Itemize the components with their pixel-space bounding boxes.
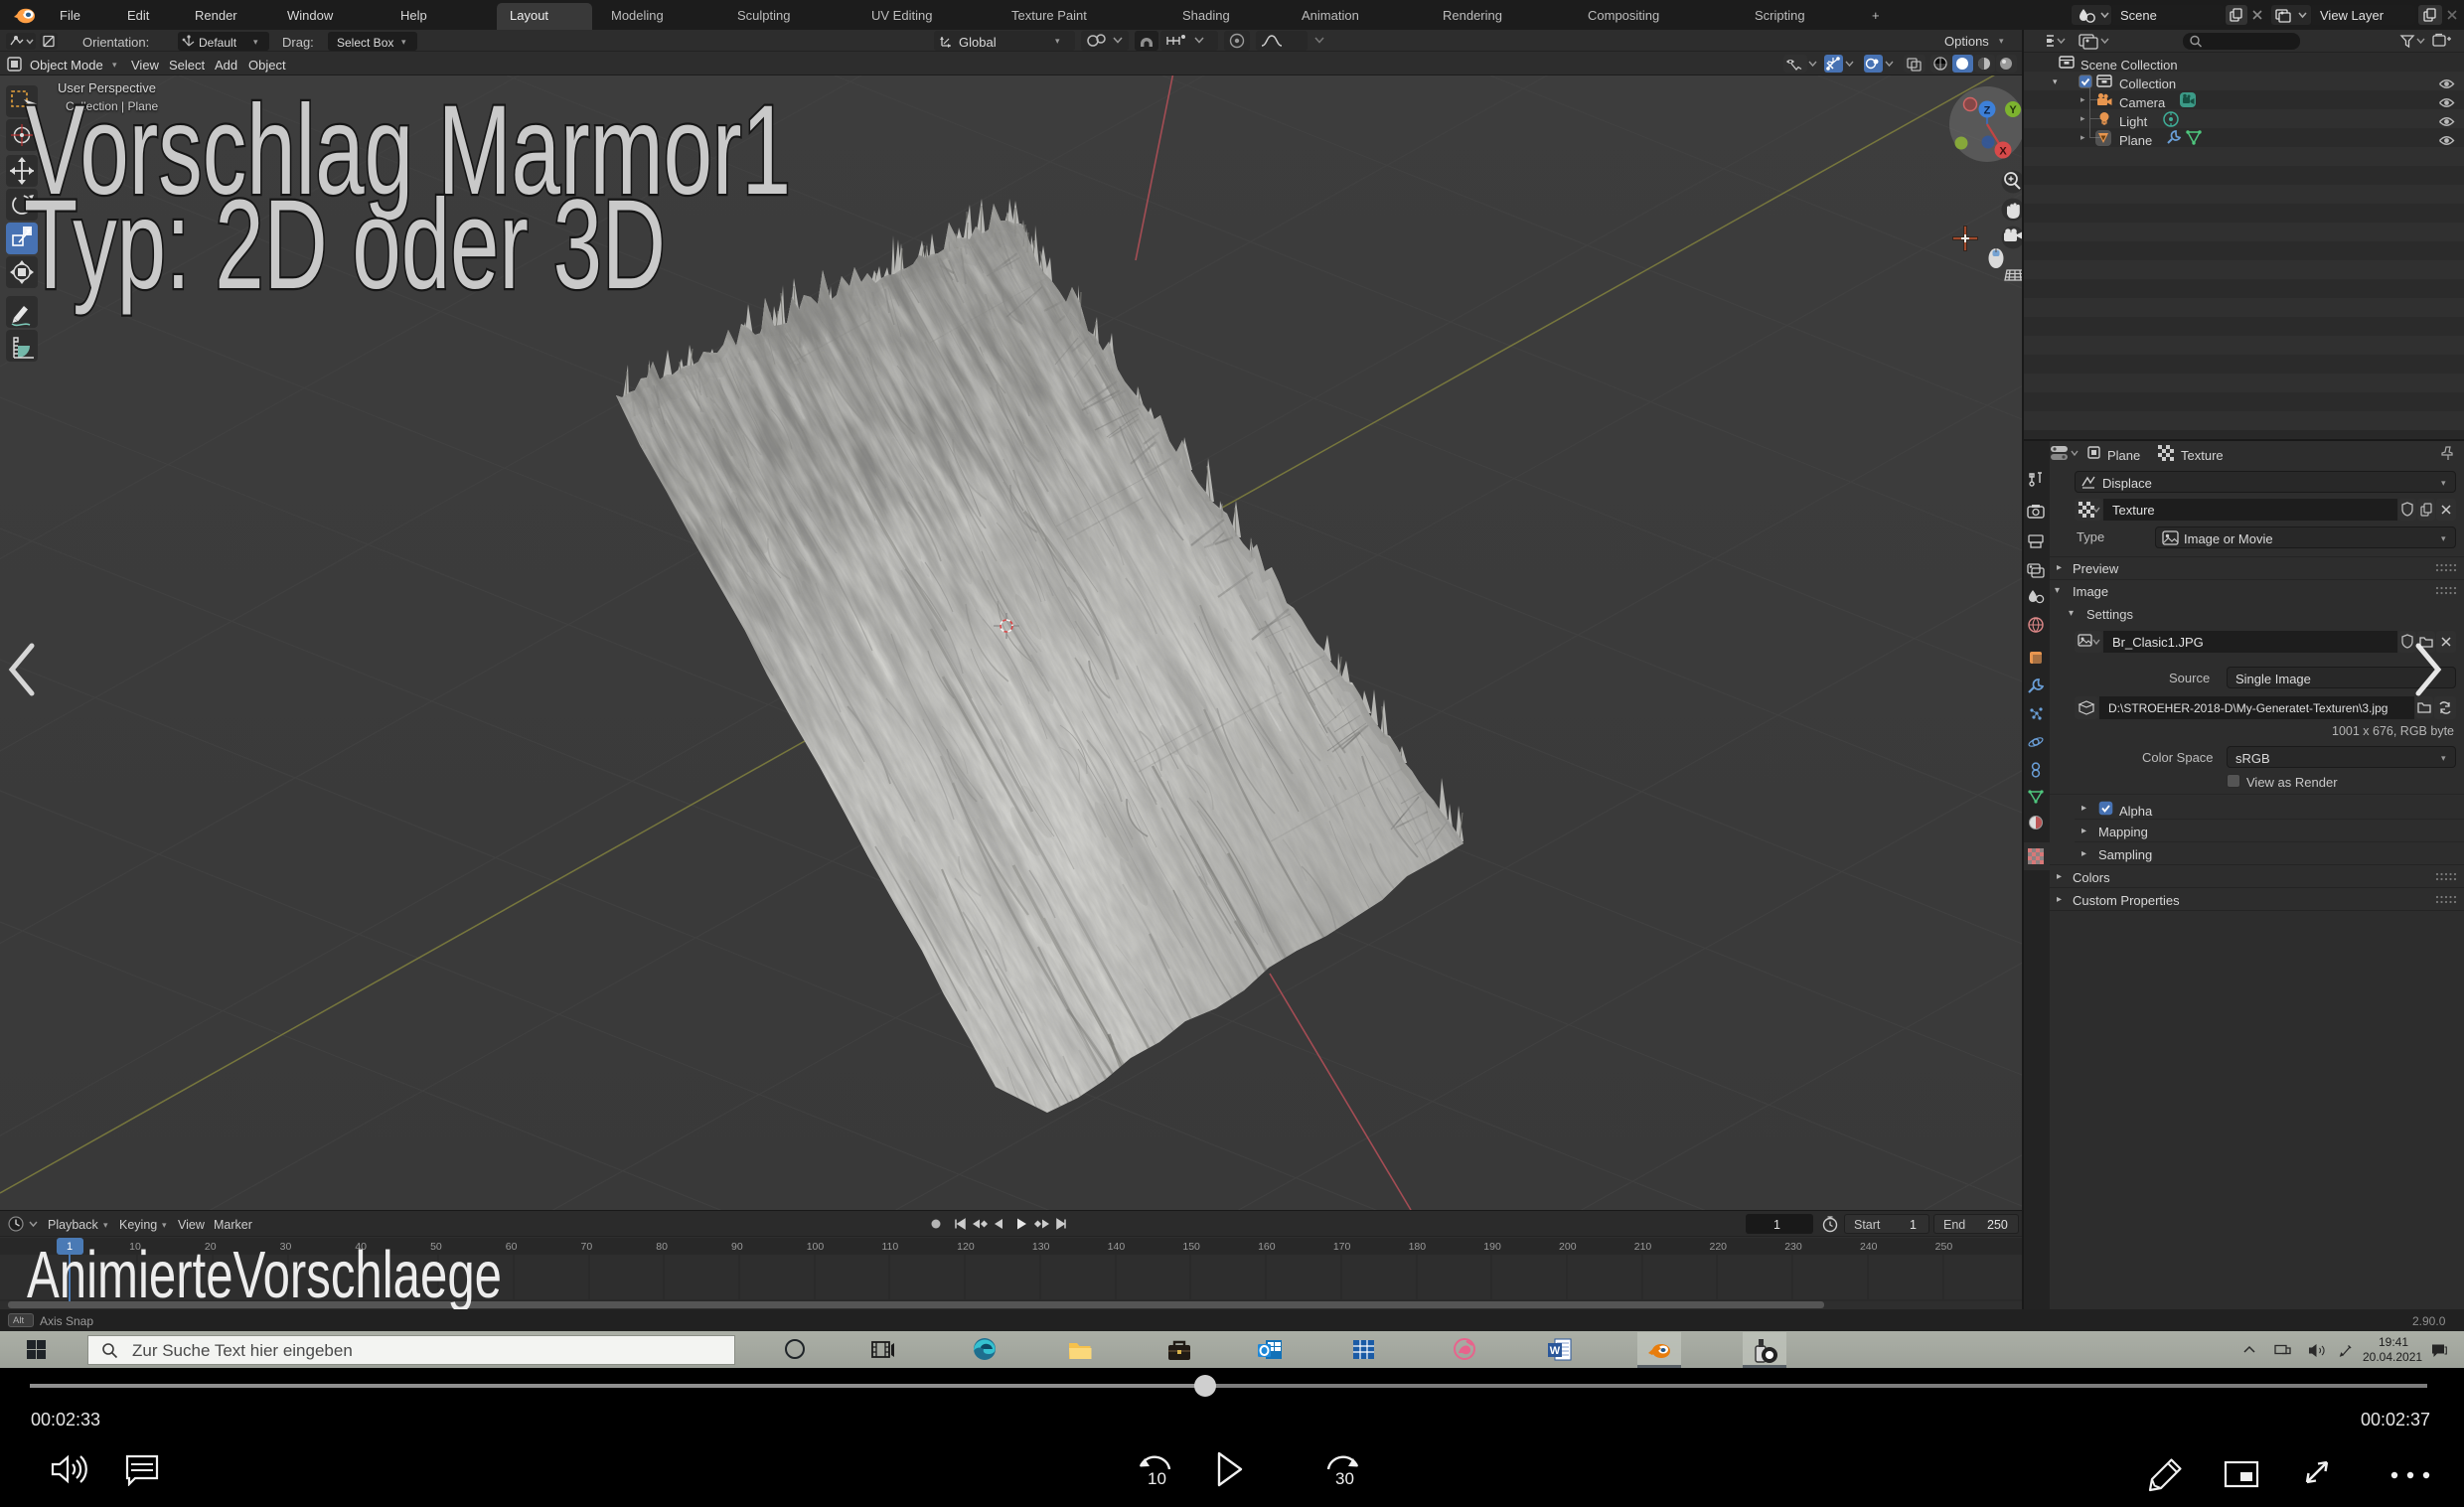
svg-text:W: W bbox=[1550, 1345, 1561, 1357]
svg-text:X: X bbox=[1999, 146, 2007, 158]
svg-text:Typ: 2D oder 3D: Typ: 2D oder 3D bbox=[24, 174, 666, 316]
svg-text:30: 30 bbox=[1335, 1469, 1354, 1488]
svg-text:AnimierteVorschlaege: AnimierteVorschlaege bbox=[27, 1238, 502, 1309]
svg-text:10: 10 bbox=[1148, 1469, 1166, 1488]
svg-text:Z: Z bbox=[1984, 105, 1991, 117]
svg-text:Y: Y bbox=[2009, 104, 2017, 116]
